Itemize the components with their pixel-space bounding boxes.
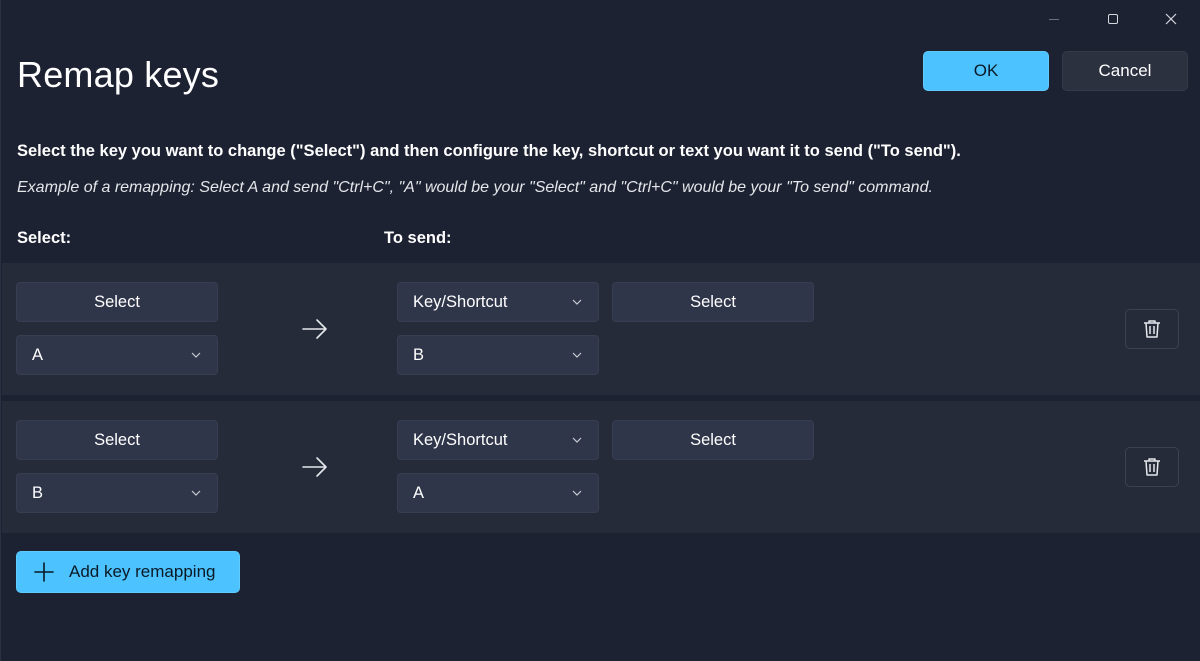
arrow-right-icon [302, 457, 327, 477]
select-key-value: B [32, 483, 44, 502]
send-select-button[interactable]: Select [612, 282, 814, 322]
chevron-down-icon [570, 486, 584, 500]
send-key-value: A [413, 483, 425, 502]
chevron-down-icon [570, 433, 584, 447]
remap-row: Select B Key/Shortcut Select A [2, 401, 1200, 533]
cancel-button[interactable]: Cancel [1062, 51, 1188, 91]
send-type-value: Key/Shortcut [413, 430, 508, 449]
remap-keys-window: Remap keys OK Cancel Select the key you … [0, 0, 1200, 661]
page-title: Remap keys [17, 54, 220, 95]
trash-icon [1144, 458, 1160, 476]
ok-button[interactable]: OK [923, 51, 1049, 91]
select-column-label: Select: [17, 229, 72, 247]
send-select-button[interactable]: Select [612, 420, 814, 460]
minimize-button[interactable] [1031, 4, 1077, 34]
to-send-column-label: To send: [384, 229, 452, 247]
select-key-dropdown[interactable]: A [16, 335, 218, 375]
minimize-icon [1049, 18, 1059, 20]
close-icon [1165, 13, 1177, 25]
send-type-dropdown[interactable]: Key/Shortcut [397, 282, 599, 322]
maximize-icon [1108, 14, 1118, 24]
add-key-remapping-label: Add key remapping [69, 562, 216, 581]
select-key-dropdown[interactable]: B [16, 473, 218, 513]
chevron-down-icon [570, 348, 584, 362]
add-key-remapping-button[interactable]: Add key remapping [16, 551, 240, 593]
trash-icon [1144, 320, 1160, 338]
delete-row-button[interactable] [1125, 309, 1179, 349]
close-button[interactable] [1148, 4, 1194, 34]
arrow-right-icon [302, 319, 327, 339]
description-text: Select the key you want to change ("Sele… [17, 142, 961, 160]
send-key-dropdown[interactable]: B [397, 335, 599, 375]
maximize-button[interactable] [1090, 4, 1136, 34]
delete-row-button[interactable] [1125, 447, 1179, 487]
chevron-down-icon [570, 295, 584, 309]
select-key-button[interactable]: Select [16, 420, 218, 460]
chevron-down-icon [189, 348, 203, 362]
select-key-value: A [32, 345, 44, 364]
example-text: Example of a remapping: Select A and sen… [17, 179, 933, 196]
plus-icon [34, 562, 54, 582]
send-type-value: Key/Shortcut [413, 292, 508, 311]
remap-row: Select A Key/Shortcut Select B [2, 263, 1200, 395]
send-type-dropdown[interactable]: Key/Shortcut [397, 420, 599, 460]
send-key-dropdown[interactable]: A [397, 473, 599, 513]
select-key-button[interactable]: Select [16, 282, 218, 322]
chevron-down-icon [189, 486, 203, 500]
send-key-value: B [413, 345, 425, 364]
